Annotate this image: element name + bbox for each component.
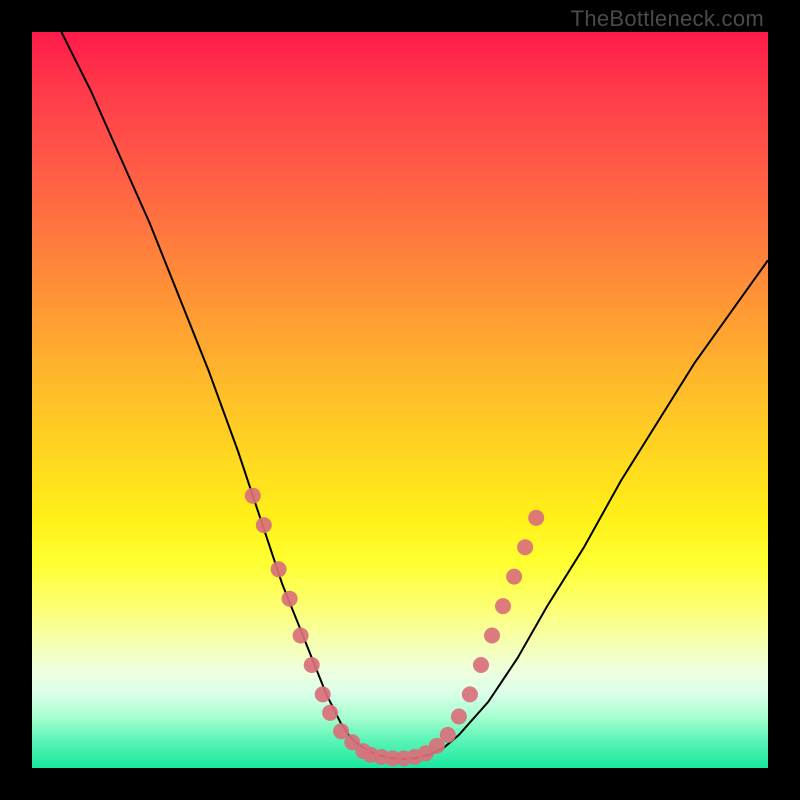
plot-area: [32, 32, 768, 768]
data-dot: [245, 488, 261, 504]
data-dot: [315, 686, 331, 702]
data-dot: [484, 628, 500, 644]
data-dot: [473, 657, 489, 673]
data-dot: [440, 727, 456, 743]
data-dot: [271, 561, 287, 577]
bottleneck-curve: [61, 32, 768, 759]
data-dots: [245, 488, 544, 767]
data-dot: [282, 591, 298, 607]
data-dot: [293, 628, 309, 644]
chart-frame: TheBottleneck.com: [0, 0, 800, 800]
data-dot: [528, 510, 544, 526]
watermark-text: TheBottleneck.com: [571, 6, 764, 32]
data-dot: [304, 657, 320, 673]
chart-svg: [32, 32, 768, 768]
data-dot: [451, 709, 467, 725]
data-dot: [495, 598, 511, 614]
data-dot: [462, 686, 478, 702]
data-dot: [517, 539, 533, 555]
data-dot: [256, 517, 272, 533]
data-dot: [322, 705, 338, 721]
data-dot: [506, 569, 522, 585]
